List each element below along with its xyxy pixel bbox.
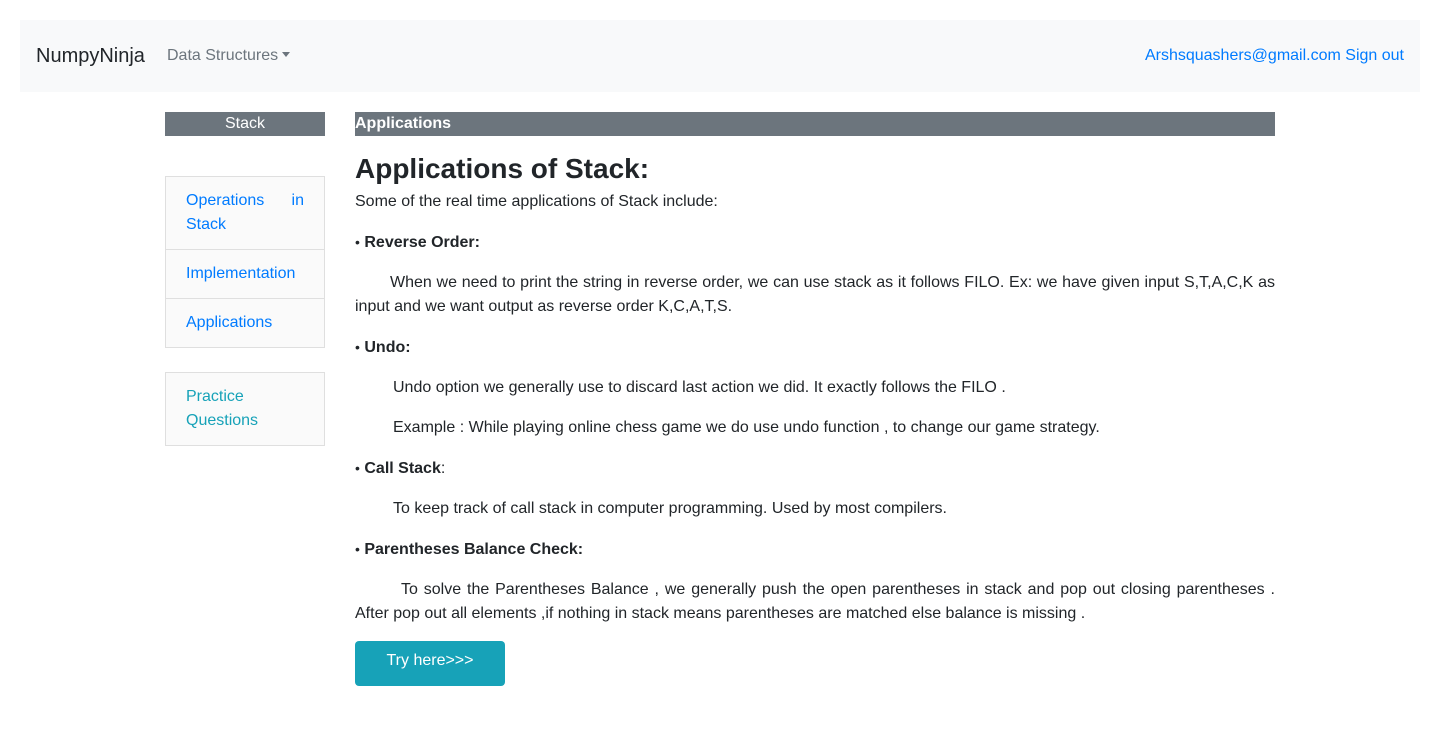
sidebar-item-implementation[interactable]: Implementation [166,250,324,299]
heading-suffix: : [440,460,446,477]
caret-down-icon [282,52,291,57]
bullet: • [355,234,360,250]
label-part: in [291,192,304,209]
intro-text: Some of the real time applications of St… [355,193,718,210]
bullet: • [355,460,360,476]
sign-out-link[interactable]: Sign out [1345,47,1404,64]
practice-questions-link[interactable]: Practice Questions [166,373,286,445]
practice-list: Practice Questions [165,372,325,446]
heading-text: Undo: [364,339,411,356]
heading-text: Call Stack [364,460,441,477]
page-title: Applications of Stack: [355,153,650,184]
section-paragraph: Example : While playing online chess gam… [393,419,1100,436]
user-email-link[interactable]: Arshsquashers@gmail.com [1145,47,1341,64]
label-part: Stack [186,216,227,233]
label-part: Operations [186,192,265,209]
brand-logo[interactable]: NumpyNinja [36,44,145,68]
section-heading: • Reverse Order: [355,230,1275,255]
try-here-button[interactable]: Try here>>> [355,641,505,686]
section-heading: • Undo: [355,335,1275,360]
first-line: Operations in [186,189,304,213]
bullet: • [355,339,360,355]
data-structures-dropdown[interactable]: Data Structures [167,46,291,66]
sidebar-item-operations-in-stack[interactable]: Operations in Stack [166,177,324,250]
heading-text: Parentheses Balance Check: [364,541,584,558]
topic-list: Operations in Stack Implementation Applic… [165,176,325,348]
user-area: Arshsquashers@gmail.com Sign out [1145,46,1404,66]
content-header: Applications [355,112,1275,136]
section-heading: • Call Stack: [355,456,1275,481]
section-heading: • Parentheses Balance Check: [355,537,1275,562]
heading-text: Reverse Order: [364,234,480,251]
section-paragraph: Undo option we generally use to discard … [393,379,1006,396]
section-paragraph: To solve the Parentheses Balance , we ge… [355,581,1275,622]
sidebar-header: Stack [165,112,325,136]
top-navbar: NumpyNinja Data Structures Arshsquashers… [20,20,1420,92]
section-paragraph: When we need to print the string in reve… [355,274,1275,315]
sidebar-item-applications[interactable]: Applications [166,299,324,347]
section-paragraph: To keep track of call stack in computer … [393,500,947,517]
dropdown-label: Data Structures [167,47,279,64]
main-content: Applications of Stack: Some of the real … [355,150,1275,642]
bullet: • [355,541,360,557]
